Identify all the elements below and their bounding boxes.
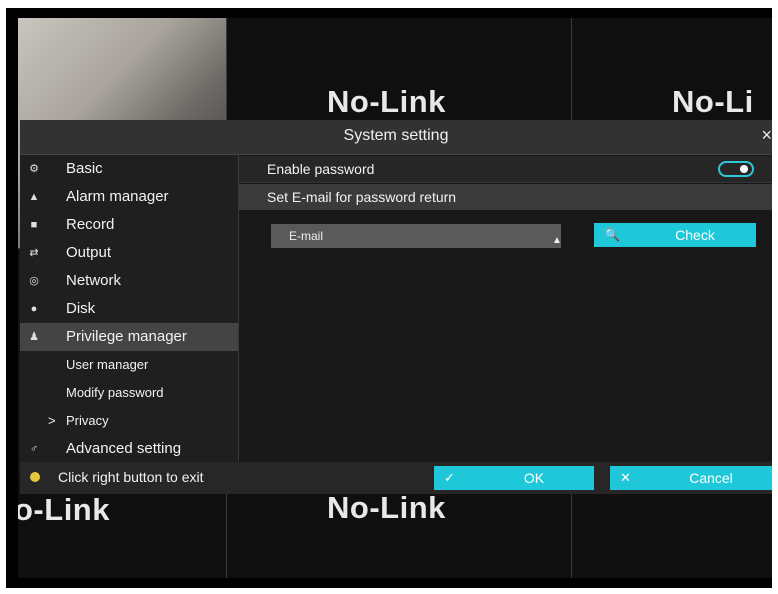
no-link-label: No-Link	[327, 84, 446, 119]
cancel-button-label: Cancel	[689, 470, 733, 486]
monitor-frame: No-Link No-Li o-Link No-Link System sett…	[6, 8, 772, 588]
toggle-knob	[740, 165, 748, 173]
sidebar-item-basic[interactable]: ⚙ Basic	[20, 155, 238, 183]
sidebar-subitem-user-manager[interactable]: User manager	[20, 351, 238, 379]
set-email-label: Set E-mail for password return	[267, 189, 457, 205]
close-icon[interactable]: ×	[761, 125, 772, 146]
disk-icon: ●	[30, 303, 38, 315]
wrench-icon: ♂	[29, 443, 39, 455]
mouse-icon	[30, 472, 40, 483]
user-icon: ♟	[29, 331, 39, 343]
exit-hint: Click right button to exit	[30, 469, 204, 485]
output-icon: ⇄	[29, 247, 39, 259]
ok-button-label: OK	[523, 470, 545, 486]
enable-password-toggle[interactable]	[718, 161, 754, 177]
system-setting-dialog: System setting × ⚙ Basic ▲ Alarm manager…	[20, 120, 772, 494]
network-icon: ◎	[29, 275, 39, 287]
cancel-button[interactable]: ✕ Cancel	[610, 466, 772, 490]
sidebar-subitem-modify-password[interactable]: Modify password	[20, 379, 238, 407]
enable-password-label: Enable password	[267, 161, 375, 177]
enable-password-row: Enable password	[239, 156, 772, 183]
exit-hint-text: Click right button to exit	[58, 469, 204, 485]
sidebar-subitem-label: Privacy	[66, 413, 109, 428]
sidebar-item-label: Basic	[66, 160, 103, 177]
sidebar-item-label: Record	[66, 216, 115, 233]
mouse-cursor-icon: ▲	[552, 235, 562, 246]
ok-button[interactable]: ✓ OK	[434, 466, 594, 490]
dvr-screen: No-Link No-Li o-Link No-Link System sett…	[18, 18, 772, 578]
sidebar-item-label: Output	[66, 244, 112, 261]
privilege-content-panel: Enable password Set E-mail for password …	[239, 155, 772, 461]
set-email-row: Set E-mail for password return	[239, 184, 772, 210]
sidebar-item-label: Alarm manager	[66, 188, 169, 205]
email-field[interactable]	[271, 224, 561, 248]
bell-icon: ▲	[28, 191, 40, 203]
check-button[interactable]: 🔍 Check	[594, 223, 756, 247]
dialog-title: System setting	[343, 127, 449, 144]
sidebar-item-disk[interactable]: ● Disk	[20, 295, 238, 323]
no-link-label: No-Li	[672, 84, 754, 119]
sidebar-subitem-label: User manager	[66, 357, 149, 372]
sidebar-item-privilege-manager[interactable]: ♟ Privilege manager	[20, 323, 238, 351]
sidebar-item-record[interactable]: ■ Record	[20, 211, 238, 239]
sidebar-item-label: Privilege manager	[66, 328, 187, 345]
sidebar-item-label: Network	[66, 272, 122, 289]
no-link-label: o-Link	[18, 492, 110, 527]
sidebar-item-label: Disk	[66, 300, 96, 317]
sidebar-item-output[interactable]: ⇄ Output	[20, 239, 238, 267]
sidebar-subitem-label: Modify password	[66, 385, 164, 400]
gear-icon: ⚙	[29, 163, 39, 175]
sidebar-subitem-privacy[interactable]: > Privacy	[20, 407, 238, 435]
video-camera-icon: ■	[30, 219, 38, 231]
dialog-footer: Click right button to exit ✓ OK ✕ Cancel	[20, 462, 772, 494]
no-link-label: No-Link	[327, 490, 446, 525]
sidebar-item-network[interactable]: ◎ Network	[20, 267, 238, 295]
sidebar-item-alarm-manager[interactable]: ▲ Alarm manager	[20, 183, 238, 211]
check-button-label: Check	[675, 227, 715, 243]
chevron-right-icon: >	[48, 413, 56, 428]
settings-sidebar: ⚙ Basic ▲ Alarm manager ■ Record ⇄ Outpu…	[20, 155, 239, 461]
dialog-titlebar: System setting ×	[20, 120, 772, 155]
sidebar-item-label: Advanced setting	[66, 440, 182, 457]
sidebar-item-advanced-setting[interactable]: ♂ Advanced setting	[20, 435, 238, 463]
